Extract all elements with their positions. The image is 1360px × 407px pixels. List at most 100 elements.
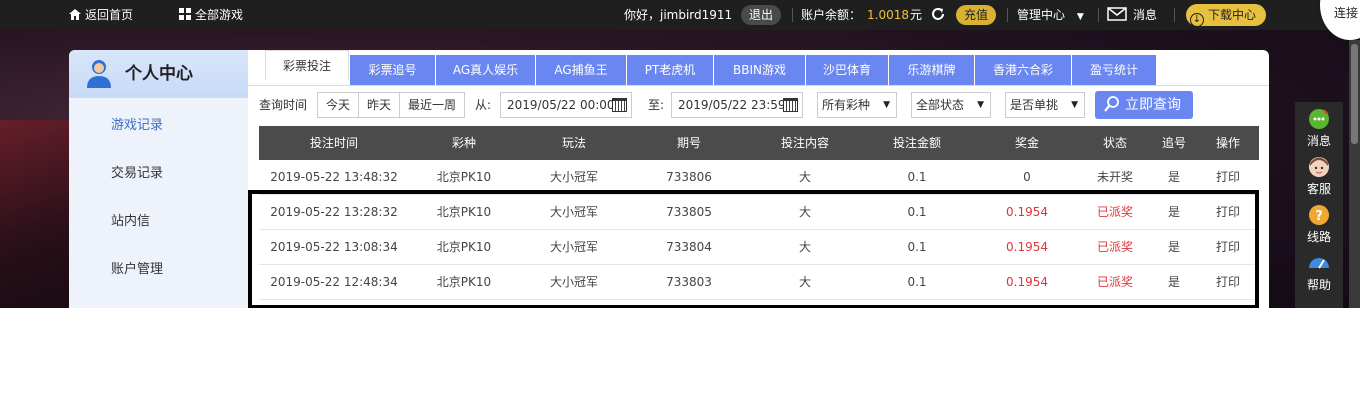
query-button[interactable]: 立即查询 — [1095, 91, 1193, 119]
svg-text:?: ? — [1315, 209, 1323, 224]
tab-lottery-bets[interactable]: 彩票投注 — [265, 50, 349, 80]
amount-cell: 0.1 — [907, 275, 927, 289]
float-routes[interactable]: ? 线路 — [1295, 204, 1343, 245]
chase-cell: 是 — [1167, 170, 1180, 184]
manage-center-menu[interactable]: 管理中心 ▼ — [1017, 0, 1084, 30]
home-icon — [69, 9, 81, 20]
divider — [1007, 8, 1008, 22]
balance-value: 1.0018 — [867, 8, 909, 22]
last-week-button[interactable]: 最近一周 — [399, 92, 465, 118]
prize-cell: 0.1954 — [1006, 205, 1048, 219]
personal-center-panel: 个人中心 游戏记录 交易记录 站内信 账户管理 彩票投注 彩票追号 AG真人娱乐… — [69, 50, 1269, 308]
issue-cell: 733804 — [666, 240, 712, 254]
home-label: 返回首页 — [85, 8, 134, 22]
tab-lottery-chase[interactable]: 彩票追号 — [350, 55, 435, 85]
content-cell: 大 — [798, 240, 811, 254]
lottery-type-select[interactable]: 所有彩种 ▼ — [817, 92, 897, 118]
content-cell: 大 — [798, 205, 811, 219]
balance-unit: 元 — [910, 8, 923, 22]
download-center-label: 下载中心 — [1208, 8, 1257, 22]
end-date-input[interactable]: 2019/05/22 23:59 — [671, 92, 803, 118]
chase-cell: 是 — [1167, 275, 1180, 289]
sidebar-item-game-records[interactable]: 游戏记录 — [111, 114, 163, 133]
tab-ag-fishing[interactable]: AG捕鱼王 — [536, 55, 626, 85]
float-routes-label: 线路 — [1306, 230, 1331, 244]
col-header: 玩法 — [561, 136, 586, 150]
float-help[interactable]: 帮助 — [1295, 252, 1343, 293]
content-cell: 大 — [798, 170, 811, 184]
print-link[interactable]: 打印 — [1199, 265, 1257, 299]
sidebar-item-transactions[interactable]: 交易记录 — [111, 162, 163, 181]
sidebar-item-inbox[interactable]: 站内信 — [111, 210, 150, 229]
lottery-cell: 北京PK10 — [436, 240, 492, 254]
calendar-icon[interactable] — [783, 98, 798, 112]
divider — [792, 8, 793, 22]
arrow-down-icon: ↓ — [1190, 13, 1204, 27]
balance-label: 账户余额： — [801, 8, 862, 22]
float-messages[interactable]: 消息 — [1295, 108, 1343, 149]
logout-button[interactable]: 退出 — [741, 5, 782, 25]
sidebar-item-account[interactable]: 账户管理 — [111, 258, 163, 277]
amount-cell: 0.1 — [907, 170, 927, 184]
lottery-type-value: 所有彩种 — [822, 98, 871, 112]
col-header: 投注内容 — [780, 136, 829, 150]
refresh-icon[interactable] — [930, 0, 946, 30]
status-select[interactable]: 全部状态 ▼ — [911, 92, 991, 118]
corner-connect-badge[interactable]: 连接 — [1320, 0, 1360, 40]
print-link[interactable]: 打印 — [1199, 230, 1257, 264]
search-icon — [1104, 96, 1119, 112]
tab-ag-live[interactable]: AG真人娱乐 — [436, 55, 535, 85]
status-cell: 已派奖 — [1096, 205, 1133, 219]
support-agent-icon — [1309, 157, 1329, 177]
status-cell: 已派奖 — [1096, 275, 1133, 289]
start-date-input[interactable]: 2019/05/22 00:00 — [500, 92, 632, 118]
messages-link[interactable]: 消息 — [1107, 0, 1157, 30]
col-header: 操作 — [1215, 136, 1240, 150]
grid-icon — [179, 8, 191, 20]
table-header: 投注时间 彩种 玩法 期号 投注内容 投注金额 奖金 状态 追号 操作 — [259, 126, 1259, 160]
speedometer-icon — [1309, 258, 1329, 269]
amount-cell: 0.1 — [907, 240, 927, 254]
prize-cell: 0 — [1023, 170, 1031, 184]
status-cell: 已派奖 — [1096, 240, 1133, 254]
col-header: 追号 — [1161, 136, 1186, 150]
download-center-button[interactable]: ↓ 下载中心 — [1186, 4, 1267, 27]
today-button[interactable]: 今天 — [317, 92, 359, 118]
yesterday-button[interactable]: 昨天 — [358, 92, 400, 118]
col-header: 奖金 — [1014, 136, 1039, 150]
home-link[interactable]: 返回首页 — [69, 0, 133, 30]
tab-profit-stats[interactable]: 盈亏统计 — [1072, 55, 1156, 85]
single-pick-select[interactable]: 是否单挑 ▼ — [1005, 92, 1085, 118]
greeting-text: 你好，jimbird1911 — [624, 8, 733, 22]
tab-pt-slots[interactable]: PT老虎机 — [627, 55, 713, 85]
content-cell: 大 — [798, 275, 811, 289]
col-header: 投注时间 — [309, 136, 358, 150]
calendar-icon[interactable] — [612, 98, 627, 112]
float-support-label: 客服 — [1306, 182, 1331, 196]
all-games-link[interactable]: 全部游戏 — [179, 0, 243, 30]
table-row: 2019-05-22 12:48:34 北京PK10 大小冠军 733803 大… — [259, 265, 1259, 300]
print-link[interactable]: 打印 — [1199, 160, 1257, 194]
query-time-label: 查询时间 — [259, 98, 308, 112]
tab-leyou-chess[interactable]: 乐游棋牌 — [889, 55, 974, 85]
tab-underline — [248, 85, 1269, 86]
prize-cell: 0.1954 — [1006, 240, 1048, 254]
float-support[interactable]: 客服 — [1295, 156, 1343, 197]
sidebar-title: 个人中心 — [125, 64, 193, 84]
bet-time-cell: 2019-05-22 13:28:32 — [270, 205, 398, 219]
recharge-button[interactable]: 充值 — [956, 5, 997, 25]
tab-hk-mark-six[interactable]: 香港六合彩 — [975, 55, 1071, 85]
end-date-value: 2019/05/22 23:59 — [678, 98, 786, 112]
tab-bbin[interactable]: BBIN游戏 — [714, 55, 805, 85]
caret-down-icon: ▼ — [883, 100, 890, 110]
play-cell: 大小冠军 — [549, 170, 598, 184]
chat-bubble-icon — [1309, 108, 1330, 129]
scrollbar[interactable] — [1349, 40, 1360, 308]
table-row: 2019-05-22 13:28:32 北京PK10 大小冠军 733805 大… — [259, 195, 1259, 230]
print-link[interactable]: 打印 — [1199, 195, 1257, 229]
tab-saba-sports[interactable]: 沙巴体育 — [806, 55, 888, 85]
col-header: 投注金额 — [892, 136, 941, 150]
lottery-cell: 北京PK10 — [436, 275, 492, 289]
scrollbar-thumb[interactable] — [1351, 44, 1358, 144]
query-button-label: 立即查询 — [1125, 97, 1181, 113]
